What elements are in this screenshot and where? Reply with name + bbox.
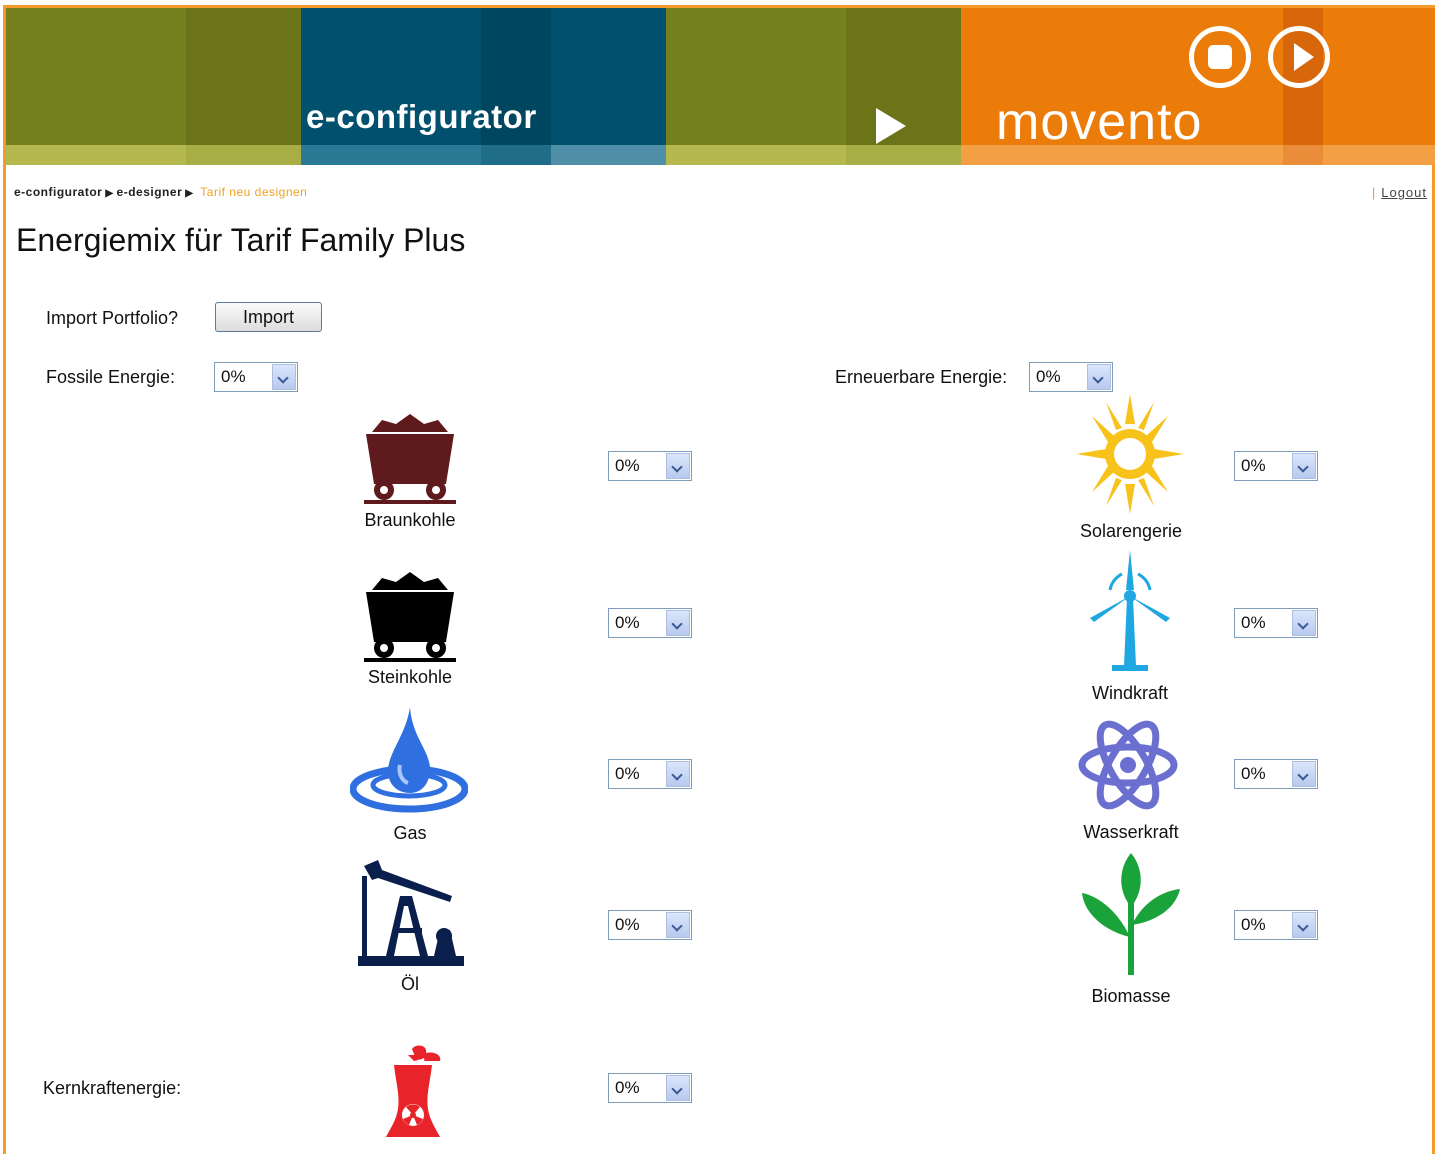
atom-icon — [1078, 720, 1178, 810]
oil-pump-icon — [358, 860, 464, 966]
logout-area: | Logout — [1372, 185, 1427, 200]
chevron-down-icon[interactable] — [666, 761, 690, 787]
select-value: 0% — [1241, 613, 1266, 632]
import-button[interactable]: Import — [215, 302, 322, 332]
coal-cart-icon — [364, 572, 456, 662]
header-banner: e-configurator movento — [6, 8, 1435, 165]
breadcrumb-item-designer[interactable]: e-designer — [117, 185, 183, 199]
renewable-energy-label: Erneuerbare Energie: — [835, 367, 1008, 387]
select-value: 0% — [615, 915, 640, 934]
chevron-down-icon[interactable] — [1292, 610, 1316, 636]
select-value: 0% — [615, 456, 640, 475]
fossil-energy-select[interactable]: 0% — [214, 362, 298, 392]
biomasse-select[interactable]: 0% — [1234, 910, 1318, 940]
stop-icon — [1189, 26, 1251, 88]
gas-label: Gas — [393, 823, 427, 843]
gas-drop-icon — [350, 707, 468, 813]
fossil-energy-label: Fossile Energie: — [46, 367, 176, 387]
windkraft-select[interactable]: 0% — [1234, 608, 1318, 638]
breadcrumb: e-configurator ▶ e-designer ▶ Tarif neu des… — [14, 185, 307, 199]
select-value: 0% — [615, 613, 640, 632]
select-value: 0% — [1241, 915, 1266, 934]
oel-label: Öl — [401, 974, 419, 994]
chevron-down-icon[interactable] — [272, 364, 296, 390]
chevron-down-icon[interactable] — [1292, 453, 1316, 479]
plant-icon — [1082, 853, 1180, 975]
page-title: Energiemix für Tarif Family Plus — [16, 222, 466, 258]
windkraft-label: Windkraft — [1091, 683, 1169, 703]
chevron-down-icon[interactable] — [666, 453, 690, 479]
solarenergie-select[interactable]: 0% — [1234, 451, 1318, 481]
nuclear-plant-icon — [386, 1045, 441, 1137]
wasserkraft-label: Wasserkraft — [1083, 822, 1179, 842]
chevron-down-icon[interactable] — [1087, 364, 1111, 390]
steinkohle-label: Steinkohle — [367, 667, 453, 687]
gas-select[interactable]: 0% — [608, 759, 692, 789]
breadcrumb-item-configurator[interactable]: e-configurator — [14, 185, 102, 199]
chevron-down-icon[interactable] — [666, 610, 690, 636]
select-value: 0% — [615, 1078, 640, 1097]
wind-turbine-icon — [1090, 550, 1170, 671]
nuclear-energy-label: Kernkraftenergie: — [43, 1078, 182, 1098]
breadcrumb-current: Tarif neu designen — [200, 185, 308, 199]
coal-cart-icon — [364, 414, 456, 504]
chevron-down-icon[interactable] — [666, 1075, 690, 1101]
chevron-down-icon[interactable] — [1292, 761, 1316, 787]
logout-link[interactable]: Logout — [1381, 185, 1427, 200]
breadcrumb-separator-icon: ▶ — [105, 188, 114, 199]
breadcrumb-separator-icon: ▶ — [185, 188, 194, 199]
select-value: 0% — [1241, 764, 1266, 783]
steinkohle-select[interactable]: 0% — [608, 608, 692, 638]
renewable-energy-select[interactable]: 0% — [1029, 362, 1113, 392]
select-value: 0% — [1241, 456, 1266, 475]
chevron-down-icon[interactable] — [666, 912, 690, 938]
import-label: Import Portfolio? — [46, 308, 179, 328]
page-frame — [3, 5, 1435, 1154]
logout-divider: | — [1371, 185, 1376, 200]
biomasse-label: Biomasse — [1091, 986, 1171, 1006]
brand-logo-text: movento — [996, 93, 1203, 151]
play-arrow-icon — [876, 108, 906, 144]
select-value: 0% — [615, 764, 640, 783]
sun-icon — [1076, 394, 1184, 514]
braunkohle-label: Braunkohle — [364, 510, 456, 530]
oel-select[interactable]: 0% — [608, 910, 692, 940]
braunkohle-select[interactable]: 0% — [608, 451, 692, 481]
solarenergie-label: Solarengerie — [1079, 521, 1183, 541]
select-value: 0% — [1036, 367, 1061, 386]
nuclear-energy-select[interactable]: 0% — [608, 1073, 692, 1103]
banner-title: e-configurator — [306, 98, 537, 135]
play-icon — [1268, 26, 1330, 88]
select-value: 0% — [221, 367, 246, 386]
wasserkraft-select[interactable]: 0% — [1234, 759, 1318, 789]
chevron-down-icon[interactable] — [1292, 912, 1316, 938]
